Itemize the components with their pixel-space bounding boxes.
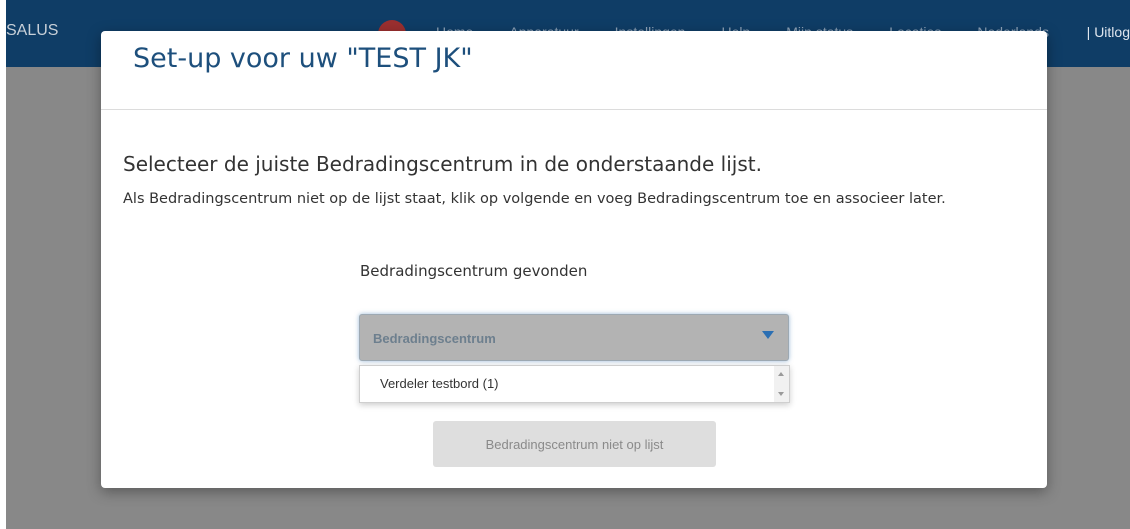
brand-logo: SALUS — [6, 22, 59, 39]
found-label: Bedradingscentrum gevonden — [360, 262, 588, 280]
modal-title: Set-up voor uw "TEST JK" — [133, 43, 473, 74]
not-listed-button[interactable]: Bedradingscentrum niet op lijst — [433, 421, 716, 467]
select-placeholder: Bedradingscentrum — [373, 331, 496, 346]
chevron-down-icon[interactable] — [762, 331, 774, 339]
scroll-up-icon[interactable] — [778, 372, 784, 376]
wiring-center-select[interactable]: Bedradingscentrum — [359, 314, 789, 361]
setup-modal: Set-up voor uw "TEST JK" Selecteer de ju… — [101, 31, 1047, 488]
logout-link[interactable]: | Uitlog — [1087, 24, 1130, 40]
dropdown-scrollbar[interactable] — [774, 366, 789, 402]
modal-header: Set-up voor uw "TEST JK" — [101, 31, 1047, 110]
instruction-text: Als Bedradingscentrum niet op de lijst s… — [123, 191, 946, 207]
dropdown-option[interactable]: Verdeler testbord (1) — [380, 376, 499, 391]
select-dropdown-list: Verdeler testbord (1) — [359, 365, 790, 403]
instruction-heading: Selecteer de juiste Bedradingscentrum in… — [123, 152, 762, 176]
scroll-down-icon[interactable] — [778, 392, 784, 396]
